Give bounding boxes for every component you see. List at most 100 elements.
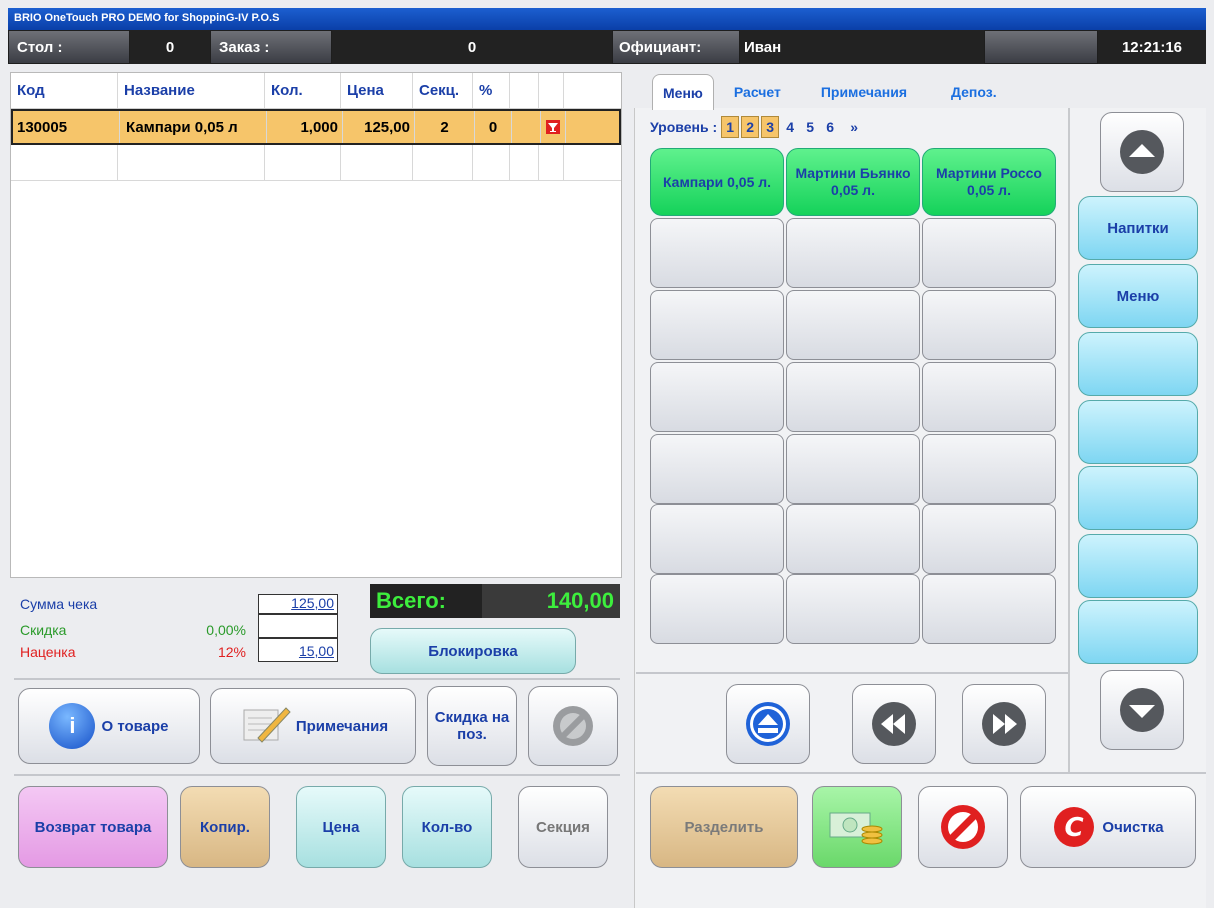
col-percent[interactable]: % xyxy=(473,73,510,108)
menu-item-martini-bianco[interactable]: Мартини Бьянко 0,05 л. xyxy=(786,148,920,216)
menu-item-empty[interactable] xyxy=(786,574,920,644)
arrow-up-icon xyxy=(1120,130,1164,174)
col-price[interactable]: Цена xyxy=(341,73,413,108)
level-selector: Уровень : 1 2 3 4 5 6 » xyxy=(650,116,863,138)
menu-item-campari[interactable]: Кампари 0,05 л. xyxy=(650,148,784,216)
category-empty[interactable] xyxy=(1078,534,1198,598)
menu-item-empty[interactable] xyxy=(650,362,784,432)
cell-blank xyxy=(512,111,541,143)
cell-empty xyxy=(473,145,510,180)
menu-item-empty[interactable] xyxy=(786,290,920,360)
note-pencil-icon xyxy=(238,702,292,750)
category-empty[interactable] xyxy=(1078,600,1198,664)
cell-percent: 0 xyxy=(475,111,512,143)
menu-item-empty[interactable] xyxy=(922,290,1056,360)
col-section[interactable]: Секц. xyxy=(413,73,473,108)
category-drinks[interactable]: Напитки xyxy=(1078,196,1198,260)
menu-item-empty[interactable] xyxy=(922,362,1056,432)
cell-section: 2 xyxy=(415,111,475,143)
menu-item-empty[interactable] xyxy=(786,504,920,574)
menu-item-empty[interactable] xyxy=(922,218,1056,288)
cell-empty xyxy=(539,145,564,180)
markup-percent: 12% xyxy=(217,644,246,660)
cell-qty: 1,000 xyxy=(267,111,343,143)
menu-item-empty[interactable] xyxy=(922,434,1056,504)
cell-empty xyxy=(510,145,539,180)
menu-item-empty[interactable] xyxy=(650,218,784,288)
prohibited-icon xyxy=(941,805,985,849)
waiter-label: Официант: xyxy=(612,30,740,64)
block-button[interactable]: Блокировка xyxy=(370,628,576,674)
col-blank-2 xyxy=(539,73,564,108)
table-row[interactable] xyxy=(11,145,621,181)
rewind-icon xyxy=(872,702,916,746)
tab-payment[interactable]: Расчет xyxy=(724,74,791,110)
category-empty[interactable] xyxy=(1078,332,1198,396)
discount-label: Скидка xyxy=(20,622,67,638)
return-button[interactable]: Возврат товара xyxy=(18,786,168,868)
markup-value: 15,00 xyxy=(258,638,338,662)
menu-item-martini-rosso[interactable]: Мартини Россо 0,05 л. xyxy=(922,148,1056,216)
section-button[interactable]: Секция xyxy=(518,786,608,868)
menu-item-empty[interactable] xyxy=(786,362,920,432)
level-1[interactable]: 1 xyxy=(721,116,740,138)
cell-empty xyxy=(118,145,265,180)
menu-item-empty[interactable] xyxy=(650,434,784,504)
menu-item-empty[interactable] xyxy=(786,218,920,288)
blank-field xyxy=(984,30,1098,64)
scroll-down-button[interactable] xyxy=(1100,670,1184,750)
level-3[interactable]: 3 xyxy=(761,116,780,138)
clear-label: Очистка xyxy=(1102,818,1164,836)
window-title: BRIO OneTouch PRO DEMO for ShoppinG-IV P… xyxy=(8,8,1206,30)
level-2[interactable]: 2 xyxy=(741,116,760,138)
category-menu[interactable]: Меню xyxy=(1078,264,1198,328)
col-code[interactable]: Код xyxy=(11,73,118,108)
notes-label: Примечания xyxy=(295,717,389,735)
menu-item-empty[interactable] xyxy=(922,504,1056,574)
tab-notes[interactable]: Примечания xyxy=(811,74,917,110)
product-info-button[interactable]: i О товаре xyxy=(18,688,200,764)
sum-label: Сумма чека xyxy=(20,596,98,612)
menu-item-empty[interactable] xyxy=(650,504,784,574)
product-info-label: О товаре xyxy=(101,717,169,735)
order-label: Заказ : xyxy=(210,30,332,64)
next-button[interactable] xyxy=(962,684,1046,764)
tab-deposit[interactable]: Депоз. xyxy=(941,74,1007,110)
tab-menu[interactable]: Меню xyxy=(652,74,714,110)
menu-item-empty[interactable] xyxy=(786,434,920,504)
cell-name: Кампари 0,05 л xyxy=(120,111,267,143)
level-next[interactable]: » xyxy=(845,116,863,138)
prohibited-gray-icon xyxy=(553,706,593,746)
pay-button[interactable] xyxy=(812,786,902,868)
price-button[interactable]: Цена xyxy=(296,786,386,868)
cocktail-icon xyxy=(541,111,566,143)
col-name[interactable]: Название xyxy=(118,73,265,108)
menu-item-empty[interactable] xyxy=(650,574,784,644)
eject-button[interactable] xyxy=(726,684,810,764)
total-label: Всего: xyxy=(376,588,446,613)
menu-item-empty[interactable] xyxy=(650,290,784,360)
level-4[interactable]: 4 xyxy=(781,116,799,138)
sum-value: 125,00 xyxy=(258,594,338,614)
prev-button[interactable] xyxy=(852,684,936,764)
level-5[interactable]: 5 xyxy=(801,116,819,138)
split-button[interactable]: Разделить xyxy=(650,786,798,868)
category-empty[interactable] xyxy=(1078,400,1198,464)
cell-empty xyxy=(341,145,413,180)
notes-button[interactable]: Примечания xyxy=(210,688,416,764)
clear-button[interactable]: C Очистка xyxy=(1020,786,1196,868)
scroll-up-button[interactable] xyxy=(1100,112,1184,192)
col-qty[interactable]: Кол. xyxy=(265,73,341,108)
markup-label: Наценка xyxy=(20,644,76,660)
table-row[interactable]: 130005 Кампари 0,05 л 1,000 125,00 2 0 xyxy=(11,109,621,145)
item-discount-button[interactable]: Скидка на поз. xyxy=(427,686,517,766)
menu-item-empty[interactable] xyxy=(922,574,1056,644)
level-6[interactable]: 6 xyxy=(821,116,839,138)
qty-button[interactable]: Кол-во xyxy=(402,786,492,868)
copy-button[interactable]: Копир. xyxy=(180,786,270,868)
cancel-button[interactable] xyxy=(918,786,1008,868)
cell-price: 125,00 xyxy=(343,111,415,143)
disabled-button[interactable] xyxy=(528,686,618,766)
category-empty[interactable] xyxy=(1078,466,1198,530)
fast-forward-icon xyxy=(982,702,1026,746)
